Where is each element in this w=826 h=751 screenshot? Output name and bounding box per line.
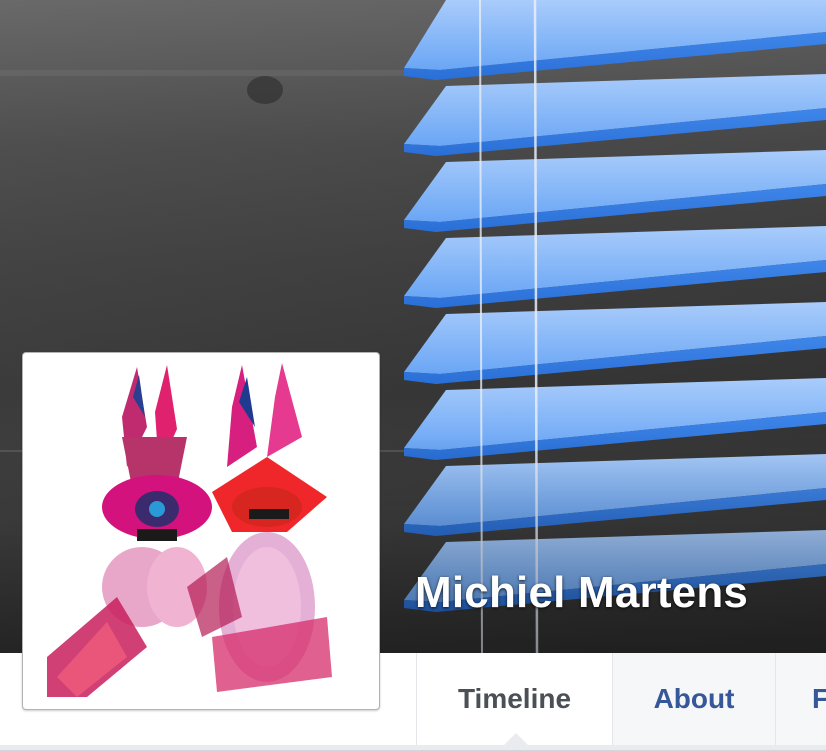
nav-divider xyxy=(0,745,826,750)
tab-timeline[interactable]: Timeline xyxy=(416,653,613,745)
profile-picture-image xyxy=(27,357,375,705)
profile-picture[interactable] xyxy=(22,352,380,710)
tab-about[interactable]: About xyxy=(613,653,776,745)
profile-name[interactable]: Michiel Martens xyxy=(415,568,748,618)
tab-friends[interactable]: F xyxy=(776,653,826,745)
caret-up-icon xyxy=(504,733,528,745)
